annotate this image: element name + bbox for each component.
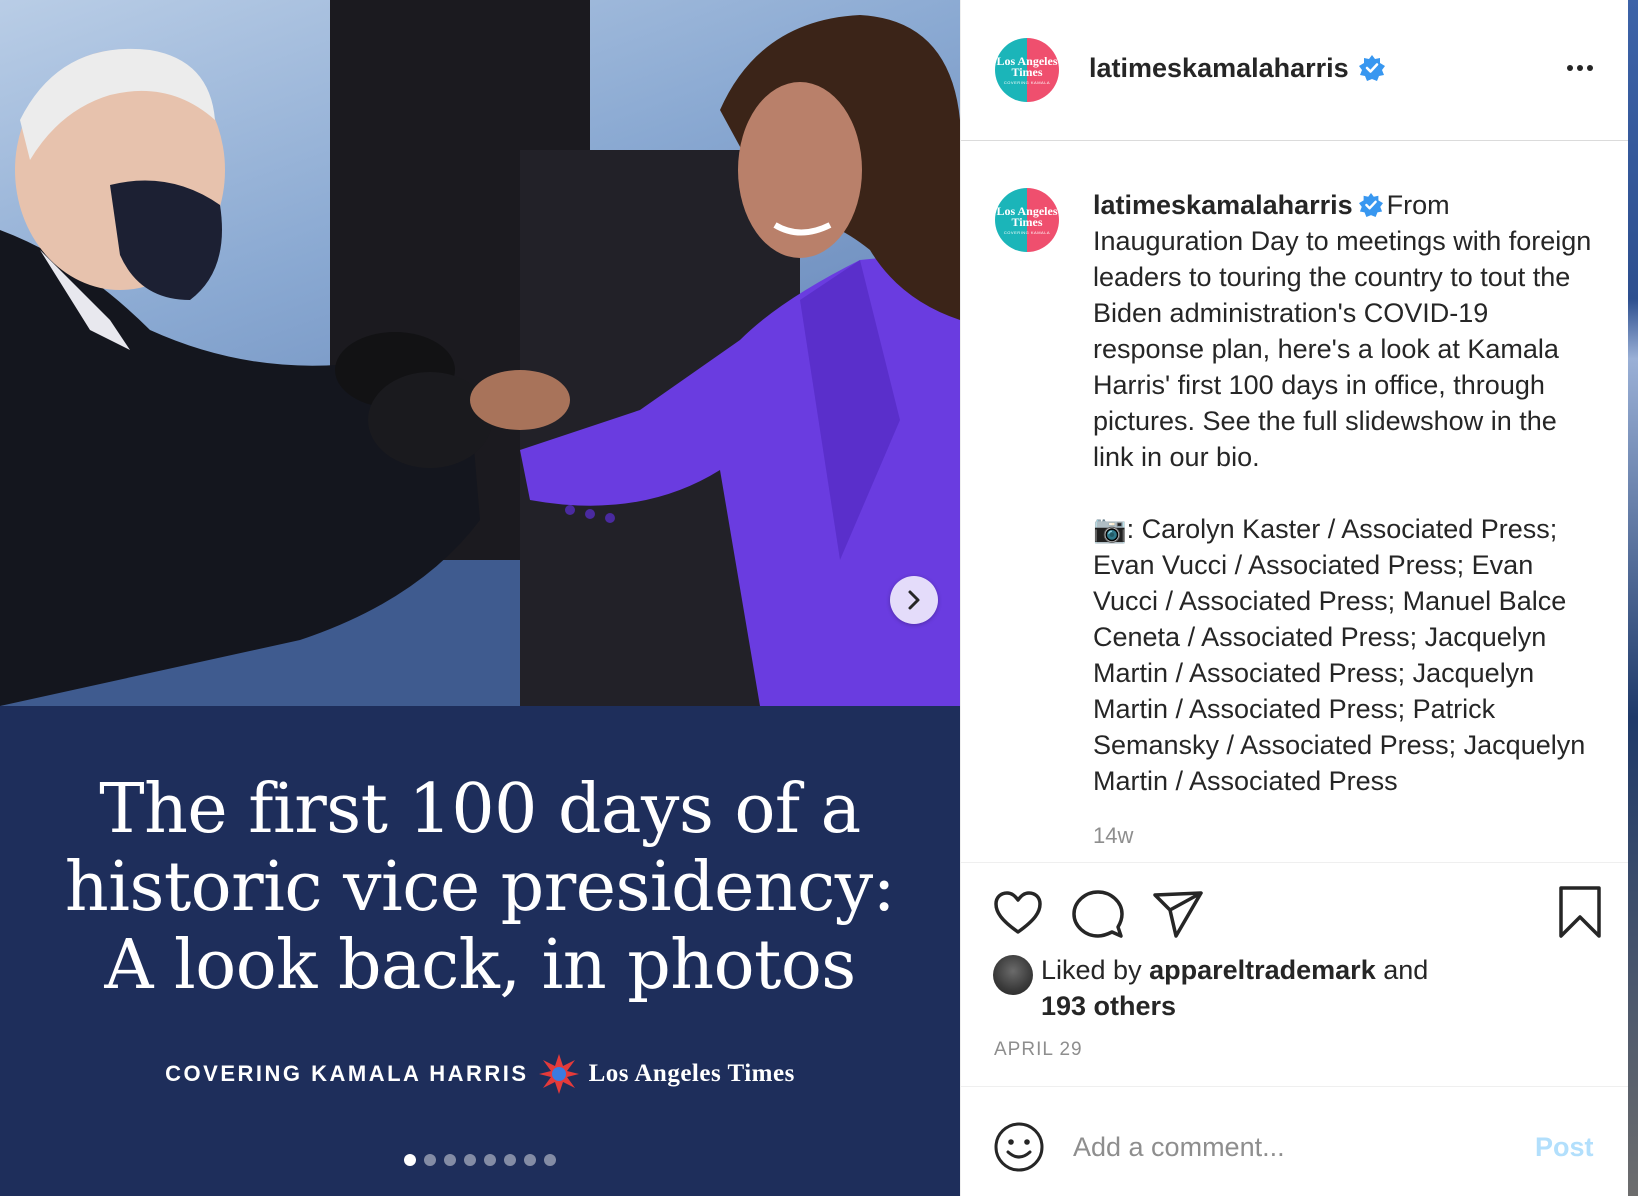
caption-timestamp[interactable]: 14w	[1093, 823, 1133, 849]
liked-by-others-link[interactable]: 193 others	[1041, 991, 1176, 1021]
avatar-subtext: COVERING KAMALA	[1003, 79, 1051, 85]
more-options-icon	[1587, 65, 1593, 71]
post-details-panel: Los Angeles Times COVERING KAMALA latime…	[960, 0, 1629, 1196]
caption-area[interactable]: Los Angeles Times COVERING KAMALA latime…	[961, 141, 1629, 862]
carousel-dot	[524, 1154, 536, 1166]
comment-input[interactable]	[1073, 1125, 1493, 1169]
inauguration-photo-illustration	[0, 0, 960, 706]
post-photo	[0, 0, 960, 706]
avatar-subtext: COVERING KAMALA	[1003, 229, 1051, 235]
caption-body: From Inauguration Day to meetings with f…	[1093, 190, 1592, 796]
more-options-icon	[1567, 65, 1573, 71]
add-comment-bar: Post	[961, 1086, 1629, 1197]
post-header: Los Angeles Times COVERING KAMALA latime…	[961, 0, 1629, 141]
chevron-right-icon	[908, 590, 920, 610]
post-media[interactable]: The first 100 days of a historic vice pr…	[0, 0, 960, 1196]
caption-avatar[interactable]: Los Angeles Times COVERING KAMALA	[995, 188, 1059, 252]
header-username-link[interactable]: latimeskamalaharris	[1089, 53, 1349, 84]
liker-avatar[interactable]	[993, 955, 1033, 995]
post-comment-button[interactable]: Post	[1535, 1127, 1594, 1167]
caption-username-link[interactable]: latimeskamalaharris	[1093, 190, 1353, 220]
brand-name: Los Angeles Times	[588, 1060, 795, 1087]
liked-by-user-link[interactable]: appareltrademark	[1149, 955, 1376, 985]
heart-icon[interactable]	[991, 887, 1045, 941]
carousel-next-button[interactable]	[890, 576, 938, 624]
background-window-edge	[1628, 0, 1638, 1196]
brand-lockup: COVERING KAMALA HARRIS Los Angeles Times	[0, 1051, 960, 1097]
carousel-dot	[484, 1154, 496, 1166]
carousel-dot	[404, 1154, 416, 1166]
media-headline: The first 100 days of a historic vice pr…	[64, 770, 896, 1005]
more-options-button[interactable]	[1559, 52, 1601, 84]
post-date[interactable]: APRIL 29	[994, 1039, 1083, 1061]
comment-bubble-icon[interactable]	[1071, 887, 1125, 941]
carousel-indicator	[0, 1154, 960, 1168]
brand-kicker: COVERING KAMALA HARRIS	[165, 1061, 529, 1086]
header-username-row: latimeskamalaharris	[1089, 50, 1385, 86]
liked-by-prefix: Liked by	[1041, 955, 1142, 985]
profile-avatar[interactable]: Los Angeles Times COVERING KAMALA	[995, 38, 1059, 102]
carousel-dot	[424, 1154, 436, 1166]
avatar-wordmark: Los Angeles Times	[996, 203, 1058, 229]
more-options-icon	[1577, 65, 1583, 71]
carousel-dot	[464, 1154, 476, 1166]
bookmark-icon[interactable]	[1553, 885, 1607, 939]
carousel-dot	[504, 1154, 516, 1166]
emoji-smiley-icon[interactable]	[993, 1121, 1045, 1173]
likes-summary: Liked by appareltrademark and 193 others	[1041, 952, 1561, 1024]
paper-plane-icon[interactable]	[1151, 887, 1205, 941]
liked-by-and: and	[1383, 955, 1429, 985]
post-actions: Liked by appareltrademark and 193 others…	[961, 862, 1629, 1087]
post-caption: latimeskamalaharris From Inauguration Day…	[1093, 187, 1603, 799]
carousel-dot	[444, 1154, 456, 1166]
carousel-dot	[544, 1154, 556, 1166]
verified-badge-icon	[1358, 192, 1383, 217]
starburst-logo-icon	[538, 1054, 579, 1094]
verified-badge-icon	[1358, 55, 1385, 81]
avatar-wordmark: Los Angeles Times	[996, 53, 1058, 79]
title-panel: The first 100 days of a historic vice pr…	[0, 706, 960, 1196]
